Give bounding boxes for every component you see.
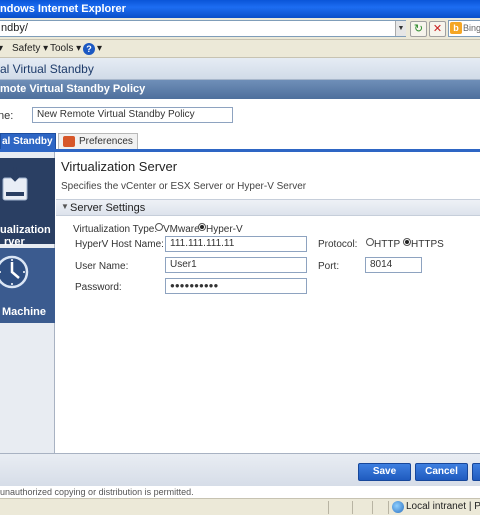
vmware-radio[interactable] — [155, 223, 163, 231]
bing-icon: b — [450, 22, 462, 34]
footer-bar: Save Cancel — [0, 453, 480, 486]
search-field[interactable]: b Bing — [448, 20, 480, 37]
safety-menu[interactable]: Safety ▾ — [12, 40, 48, 57]
panel-description: Specifies the vCenter or ESX Server or H… — [61, 181, 307, 192]
server-download-icon — [2, 167, 28, 201]
policy-title: mote Virtual Standby Policy — [0, 83, 146, 95]
status-divider — [388, 501, 389, 514]
virtualization-type-label: Virtualization Type: — [73, 224, 158, 235]
cancel-button[interactable]: Cancel — [415, 463, 468, 481]
password-label: Password: — [75, 282, 122, 293]
address-bar-row: ndby/ ▼ ↻ ✕ b Bing — [0, 18, 480, 40]
help-menu-arrow[interactable]: ▾ — [97, 40, 102, 57]
tools-menu-label: Tools — [50, 43, 74, 54]
preferences-icon — [63, 136, 75, 147]
safety-menu-label: Safety — [12, 43, 41, 54]
security-zone-text: Local intranet | Protec — [406, 501, 480, 512]
app-header-title: al Virtual Standby — [0, 62, 94, 76]
status-divider — [328, 501, 329, 514]
collapse-caret-icon: ▼ — [61, 202, 69, 211]
policy-name-label: ne: — [0, 110, 14, 122]
help-icon[interactable]: ? — [83, 43, 95, 55]
panel-title: Virtualization Server — [61, 159, 178, 174]
page-menu-arrow[interactable]: ▾ — [0, 40, 3, 57]
password-input[interactable]: ●●●●●●●●●● — [165, 278, 307, 294]
http-label: HTTP — [374, 239, 401, 250]
tab-virtual-standby-label: al Standby — [2, 136, 53, 147]
user-name-input[interactable]: User1 — [165, 257, 307, 273]
http-radio[interactable] — [366, 238, 374, 246]
tab-preferences[interactable]: Preferences — [58, 133, 138, 149]
copyright-text: unauthorized copying or distribution is … — [0, 486, 480, 498]
tools-menu[interactable]: Tools ▾ — [50, 40, 81, 57]
nav-virtual-machine-label: Machine — [2, 306, 47, 318]
host-name-input[interactable]: 111.111.111.11 — [165, 236, 307, 252]
browser-title-bar: ndows Internet Explorer — [0, 0, 480, 18]
tab-preferences-label: Preferences — [79, 136, 133, 147]
protocol-label: Protocol: — [318, 239, 358, 250]
policy-title-bar: mote Virtual Standby Policy — [0, 80, 480, 99]
user-name-label: User Name: — [75, 261, 129, 272]
main-panel: Virtualization Server Specifies the vCen… — [56, 152, 480, 453]
https-label: HTTPS — [411, 239, 444, 250]
search-placeholder: Bing — [463, 23, 480, 33]
save-button[interactable]: Save — [358, 463, 411, 481]
nav-virtualization-server-label-1: ualization — [0, 224, 51, 236]
address-dropdown-icon[interactable]: ▼ — [395, 21, 406, 36]
stop-icon[interactable]: ✕ — [429, 21, 446, 37]
address-field[interactable]: ndby/ — [0, 20, 406, 37]
nav-virtualization-server[interactable]: ualization rver — [0, 158, 55, 248]
https-radio[interactable] — [403, 238, 411, 246]
command-bar: ▾ Safety ▾ Tools ▾ ? ▾ — [0, 40, 480, 58]
status-divider — [352, 501, 353, 514]
port-input[interactable]: 8014 — [365, 257, 422, 273]
policy-name-input[interactable]: New Remote Virtual Standby Policy — [32, 107, 233, 123]
nav-virtualization-server-label-2: rver — [4, 236, 25, 248]
server-settings-section[interactable]: ▼ Server Settings — [56, 199, 480, 216]
port-label: Port: — [318, 261, 340, 272]
hyperv-radio[interactable] — [198, 223, 206, 231]
left-nav: ualization rver Machine — [0, 152, 55, 453]
section-title: Server Settings — [70, 202, 146, 214]
host-name-label: HyperV Host Name: — [75, 239, 164, 250]
intranet-zone-icon — [392, 501, 404, 513]
refresh-icon[interactable]: ↻ — [410, 21, 427, 37]
app-header: al Virtual Standby — [0, 58, 480, 80]
tab-virtual-standby[interactable]: al Standby — [0, 133, 56, 149]
status-divider — [372, 501, 373, 514]
clock-icon — [0, 255, 29, 289]
status-bar: Local intranet | Protec — [0, 498, 480, 515]
help-button[interactable] — [472, 463, 480, 481]
hyperv-label: Hyper-V — [206, 224, 243, 235]
nav-virtual-machine[interactable]: Machine — [0, 248, 55, 323]
vmware-label: VMware — [163, 224, 200, 235]
window-title: ndows Internet Explorer — [0, 3, 126, 15]
